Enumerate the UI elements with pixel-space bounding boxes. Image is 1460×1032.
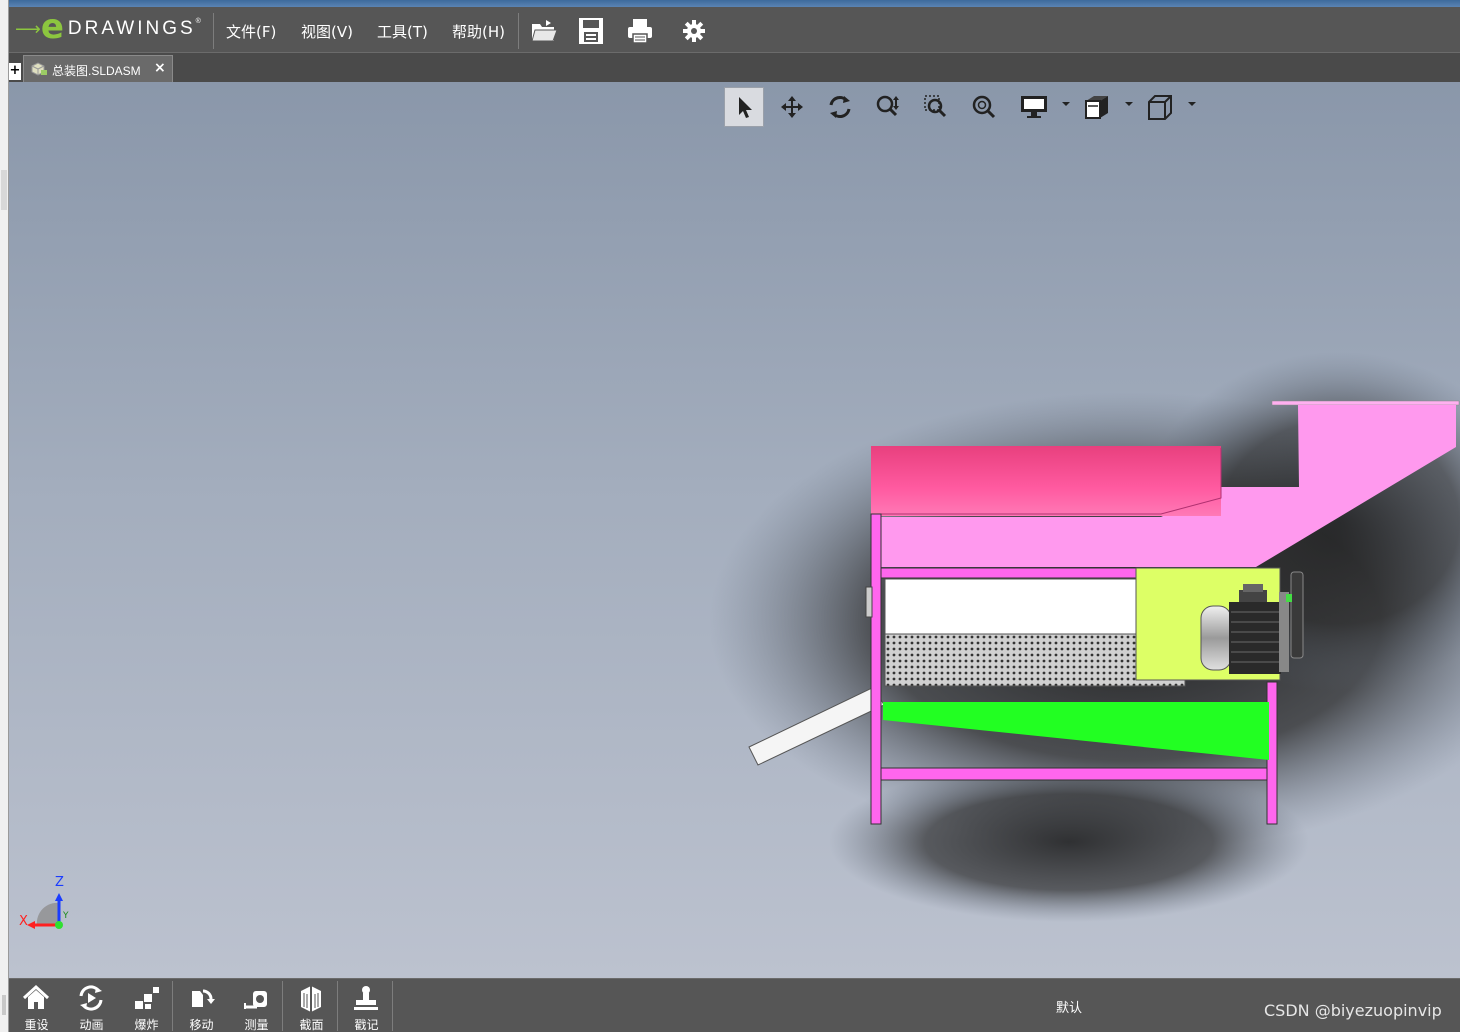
stamp-icon (354, 986, 378, 1010)
window-title-edge (9, 0, 1460, 7)
move-label: 移动 (189, 1018, 214, 1032)
open-button[interactable] (529, 16, 559, 46)
measure-button[interactable]: 测量 (229, 979, 284, 1032)
separator (337, 981, 338, 1031)
menu-help[interactable]: 帮助(H) (452, 21, 505, 42)
animate-icon (79, 985, 103, 1011)
reset-button[interactable]: 重设 (9, 979, 64, 1032)
separator (392, 981, 393, 1031)
drum-cover (884, 578, 1141, 635)
open-icon (531, 20, 558, 42)
edge-scroll-marker (1, 170, 7, 210)
bottom-toolbar: 重设 动画 爆炸 移动 测量 截面 戳记 默认 CSDN @biyezuopin… (9, 978, 1460, 1032)
settings-button[interactable] (679, 16, 709, 46)
menu-view[interactable]: 视图(V) (301, 21, 353, 42)
logo-text: DRAWINGS® (67, 18, 204, 39)
logo-arrow-icon: ⟶ (15, 18, 41, 40)
section-button[interactable]: 截面 (284, 979, 339, 1032)
section-icon (301, 986, 321, 1012)
stamp-label: 戳记 (354, 1018, 379, 1032)
coordinate-triad: Z X Y (19, 875, 69, 937)
frame-leg-left (870, 513, 882, 825)
watermark-text: CSDN @biyezuopinvip (1264, 1001, 1442, 1020)
frame-crossbar (880, 767, 1268, 781)
stamp-button[interactable]: 戳记 (339, 979, 394, 1032)
save-button[interactable] (576, 16, 606, 46)
print-button[interactable] (625, 16, 655, 46)
separator (518, 13, 519, 49)
triad-x-label: X (19, 914, 28, 929)
home-icon (22, 984, 50, 1009)
explode-label: 爆炸 (134, 1018, 159, 1032)
measure-label: 测量 (244, 1018, 269, 1032)
window-left-edge (0, 0, 9, 1032)
separator (282, 981, 283, 1031)
new-tab-button[interactable]: + (9, 63, 21, 80)
edge-grip-marker (2, 995, 6, 1015)
separator (213, 13, 214, 49)
animate-label: 动画 (79, 1018, 104, 1032)
measure-icon (244, 991, 267, 1009)
document-tab-bar: + 总装图.SLDASM × (9, 53, 1460, 82)
separator (172, 981, 173, 1031)
tab-label: 总装图.SLDASM (52, 64, 141, 78)
logo-e: e (40, 7, 64, 47)
explode-icon (135, 987, 159, 1009)
edrawings-logo: ⟶ e DRAWINGS® (15, 9, 211, 49)
menu-tools[interactable]: 工具(T) (377, 21, 428, 42)
menu-file[interactable]: 文件(F) (226, 21, 276, 42)
section-label: 截面 (299, 1018, 324, 1032)
explode-button[interactable]: 爆炸 (119, 979, 174, 1032)
tab-document[interactable]: 总装图.SLDASM × (23, 55, 173, 82)
animate-button[interactable]: 动画 (64, 979, 119, 1032)
triad-y-label: Y (63, 911, 69, 921)
gear-icon (683, 20, 705, 42)
reset-label: 重设 (24, 1018, 49, 1032)
graphics-viewport[interactable]: Z X Y (9, 82, 1460, 978)
save-icon (579, 18, 603, 44)
move-button[interactable]: 移动 (174, 979, 229, 1032)
move-icon (192, 989, 215, 1007)
print-icon (628, 19, 652, 44)
hopper-box (871, 446, 1221, 516)
main-toolbar: ⟶ e DRAWINGS® 文件(F) 视图(V) 工具(T) 帮助(H) (9, 7, 1460, 53)
triad-z-label: Z (55, 875, 64, 890)
configuration-name[interactable]: 默认 (1056, 997, 1082, 1016)
model-render (709, 352, 1460, 922)
assembly-icon (31, 62, 47, 76)
tab-close-button[interactable]: × (154, 60, 166, 76)
